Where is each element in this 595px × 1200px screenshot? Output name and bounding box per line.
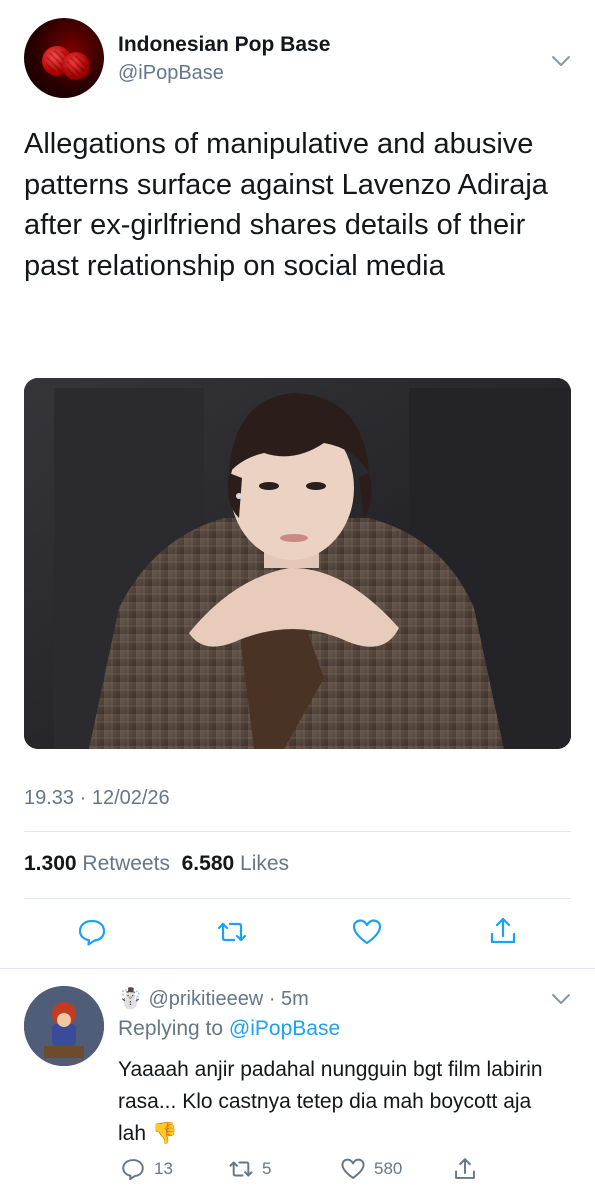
portrait-image (24, 378, 571, 749)
reply-action-retweet[interactable]: 5 (228, 1156, 271, 1182)
tweet-photo[interactable] (24, 378, 571, 749)
like-count: 580 (374, 1159, 403, 1178)
reply-count: 13 (154, 1159, 173, 1178)
reply-meta: ☃️ @prikitieeew · 5m (118, 986, 309, 1011)
author-handle[interactable]: @iPopBase (118, 62, 224, 85)
thumbs-down-emoji: 👎 (151, 1122, 179, 1145)
reply-author-handle[interactable]: @prikitieeew (148, 988, 263, 1010)
reply-icon[interactable] (120, 1156, 146, 1182)
reply-time: · 5m (268, 988, 309, 1010)
avatar-image (24, 986, 104, 1066)
heart-icon[interactable] (340, 1156, 366, 1182)
author-display-name[interactable]: Indonesian Pop Base (118, 33, 330, 57)
retweet-icon[interactable] (228, 1156, 254, 1182)
heart-icon[interactable] (351, 916, 383, 948)
tweet-text: Allegations of manipulative and abusive … (24, 128, 548, 282)
likes-count[interactable]: 6.580 (182, 852, 235, 875)
chevron-down-icon[interactable] (550, 988, 572, 1010)
reply-text-body: Yaaaah anjir padahal nungguin bgt film l… (118, 1058, 543, 1145)
reply-action-reply[interactable]: 13 (120, 1156, 173, 1182)
tweet-stats: 1.300 Retweets 6.580 Likes (24, 852, 289, 876)
retweet-count: 5 (262, 1159, 272, 1178)
replying-to: Replying to @iPopBase (118, 1017, 340, 1041)
author-avatar[interactable] (24, 18, 104, 98)
replying-to-handle[interactable]: @iPopBase (229, 1017, 340, 1040)
share-icon[interactable] (452, 1156, 478, 1182)
retweet-icon[interactable] (216, 916, 248, 948)
reply-icon[interactable] (76, 916, 108, 948)
avatar-logo-fruit (62, 52, 90, 80)
share-icon[interactable] (487, 915, 519, 947)
tweet-timestamp: 19.33 · 12/02/26 (24, 787, 170, 809)
reply-author-emoji: ☃️ (118, 988, 143, 1010)
retweets-count[interactable]: 1.300 (24, 852, 77, 875)
divider (24, 898, 571, 899)
reply-author-avatar[interactable] (24, 986, 104, 1066)
section-divider (0, 968, 595, 969)
reply-action-like[interactable]: 580 (340, 1156, 402, 1182)
retweets-label[interactable]: Retweets (82, 852, 170, 875)
reply-action-share[interactable] (452, 1156, 478, 1182)
likes-label[interactable]: Likes (240, 852, 289, 875)
reply-text: Yaaaah anjir padahal nungguin bgt film l… (118, 1054, 558, 1150)
divider (24, 831, 571, 832)
replying-to-label: Replying to (118, 1017, 224, 1040)
chevron-down-icon[interactable] (550, 50, 572, 72)
